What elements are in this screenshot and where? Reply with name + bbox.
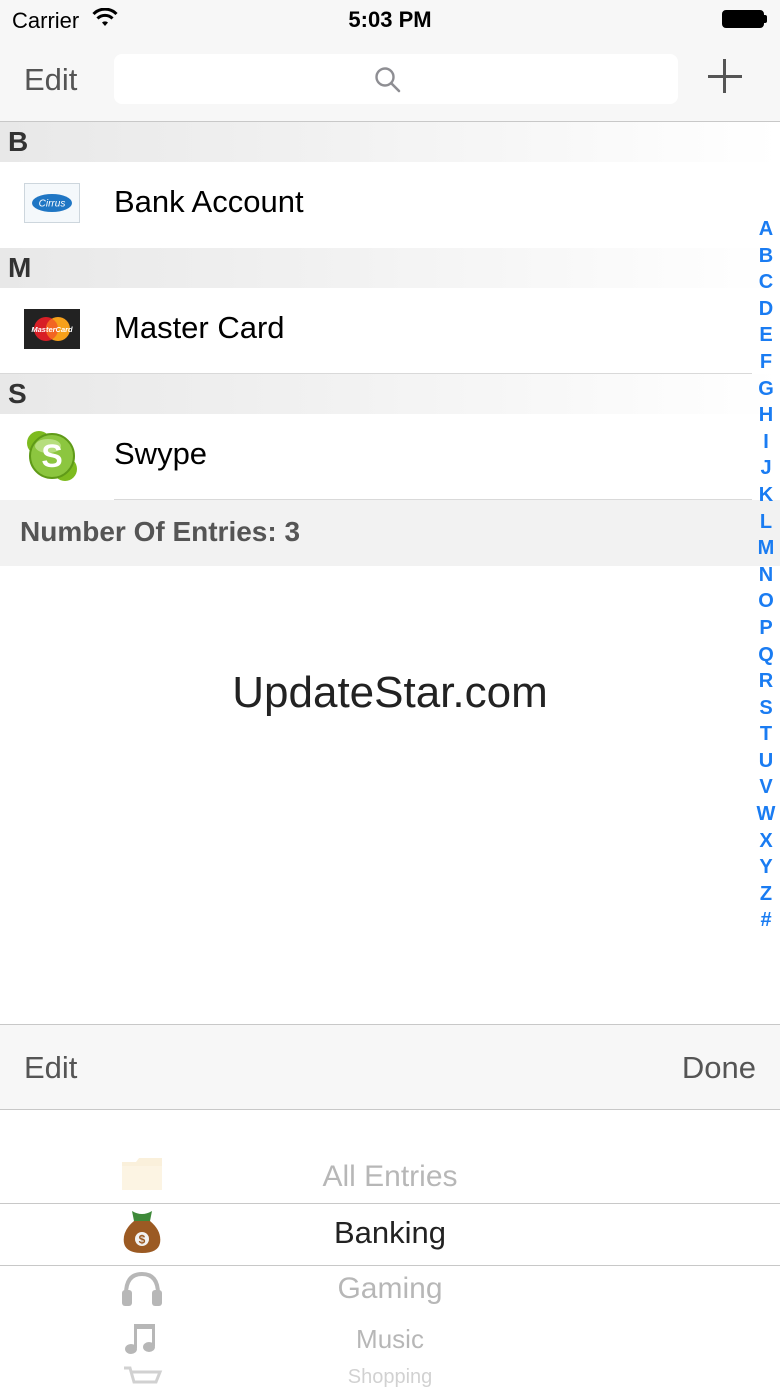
- section-index[interactable]: A B C D E F G H I J K L M N O P Q R S T U V W X Y Z #: [752, 216, 780, 934]
- list-item-bank-account[interactable]: Cirrus Bank Account: [0, 162, 752, 248]
- picker-label: Shopping: [347, 1366, 433, 1387]
- search-icon: [374, 66, 402, 99]
- entry-label: Bank Account: [114, 184, 304, 219]
- battery-tip: [764, 15, 767, 23]
- index-letter[interactable]: M: [752, 535, 780, 562]
- plus-icon-vertical: [723, 59, 726, 93]
- skype-icon: S: [24, 428, 80, 484]
- index-letter[interactable]: T: [752, 721, 780, 748]
- money-bag-icon: $: [120, 1209, 164, 1260]
- watermark-text: UpdateStar.com: [232, 668, 548, 717]
- shopping-cart-icon: [120, 1364, 164, 1387]
- section-header-b: B: [0, 122, 780, 162]
- index-letter[interactable]: X: [752, 828, 780, 855]
- index-letter[interactable]: P: [752, 615, 780, 642]
- picker-label: Music: [356, 1324, 424, 1354]
- svg-text:MasterCard: MasterCard: [31, 325, 73, 334]
- svg-text:$: $: [139, 1233, 146, 1247]
- music-note-icon: [120, 1322, 164, 1361]
- picker-item-music[interactable]: Music: [0, 1324, 780, 1355]
- clock: 5:03 PM: [348, 7, 432, 32]
- picker-item-shopping[interactable]: Shopping: [0, 1366, 780, 1387]
- mastercard-icon: MasterCard: [24, 309, 80, 349]
- index-letter[interactable]: #: [752, 907, 780, 934]
- section-letter: S: [8, 378, 27, 409]
- nav-bar: Edit: [0, 40, 780, 122]
- index-letter[interactable]: V: [752, 774, 780, 801]
- index-letter[interactable]: B: [752, 243, 780, 270]
- index-letter[interactable]: N: [752, 562, 780, 589]
- entry-label: Master Card: [114, 310, 285, 345]
- picker-label: Gaming: [337, 1272, 443, 1305]
- section-header-s: S: [0, 374, 780, 414]
- done-button[interactable]: Done: [682, 1050, 756, 1086]
- index-letter[interactable]: Y: [752, 854, 780, 881]
- index-letter[interactable]: J: [752, 455, 780, 482]
- index-letter[interactable]: W: [752, 801, 780, 828]
- index-letter[interactable]: I: [752, 429, 780, 456]
- category-picker[interactable]: All Entries $ Banking Gaming Music Shopp…: [0, 1110, 780, 1387]
- svg-text:S: S: [41, 438, 62, 474]
- index-letter[interactable]: A: [752, 216, 780, 243]
- headset-icon: [120, 1270, 164, 1317]
- list-item-master-card[interactable]: MasterCard Master Card: [0, 288, 752, 374]
- index-letter[interactable]: E: [752, 322, 780, 349]
- status-bar: Carrier 5:03 PM: [0, 0, 780, 40]
- picker-item-gaming[interactable]: Gaming: [0, 1271, 780, 1306]
- edit-button[interactable]: Edit: [24, 62, 77, 98]
- index-letter[interactable]: G: [752, 376, 780, 403]
- index-letter[interactable]: L: [752, 509, 780, 536]
- entries-count-footer: Number Of Entries: 3: [0, 500, 780, 566]
- picker-item-banking[interactable]: $ Banking: [0, 1211, 780, 1253]
- index-letter[interactable]: Q: [752, 642, 780, 669]
- picker-selection-line-top: [0, 1203, 780, 1204]
- index-letter[interactable]: U: [752, 748, 780, 775]
- section-header-m: M: [0, 248, 780, 288]
- bottom-toolbar: Edit Done: [0, 1024, 780, 1110]
- index-letter[interactable]: K: [752, 482, 780, 509]
- index-letter[interactable]: D: [752, 296, 780, 323]
- index-letter[interactable]: Z: [752, 881, 780, 908]
- folder-icon: [120, 1154, 164, 1199]
- index-letter[interactable]: H: [752, 402, 780, 429]
- picker-label: Banking: [333, 1215, 447, 1250]
- index-letter[interactable]: F: [752, 349, 780, 376]
- picker-selection-line-bottom: [0, 1265, 780, 1266]
- index-letter[interactable]: O: [752, 588, 780, 615]
- add-entry-button[interactable]: [705, 54, 747, 100]
- picker-label: All Entries: [322, 1160, 458, 1193]
- battery-icon: [722, 10, 764, 28]
- cirrus-card-icon: Cirrus: [24, 183, 80, 223]
- index-letter[interactable]: C: [752, 269, 780, 296]
- list-item-swype[interactable]: S Swype: [0, 414, 752, 500]
- svg-text:Cirrus: Cirrus: [39, 199, 66, 210]
- section-letter: M: [8, 252, 32, 283]
- section-letter: B: [8, 126, 29, 157]
- picker-item-all-entries[interactable]: All Entries: [0, 1158, 780, 1194]
- edit-categories-button[interactable]: Edit: [24, 1050, 77, 1086]
- entry-label: Swype: [114, 436, 208, 471]
- entries-count-label: Number Of Entries: 3: [20, 516, 301, 547]
- search-input[interactable]: [114, 54, 678, 104]
